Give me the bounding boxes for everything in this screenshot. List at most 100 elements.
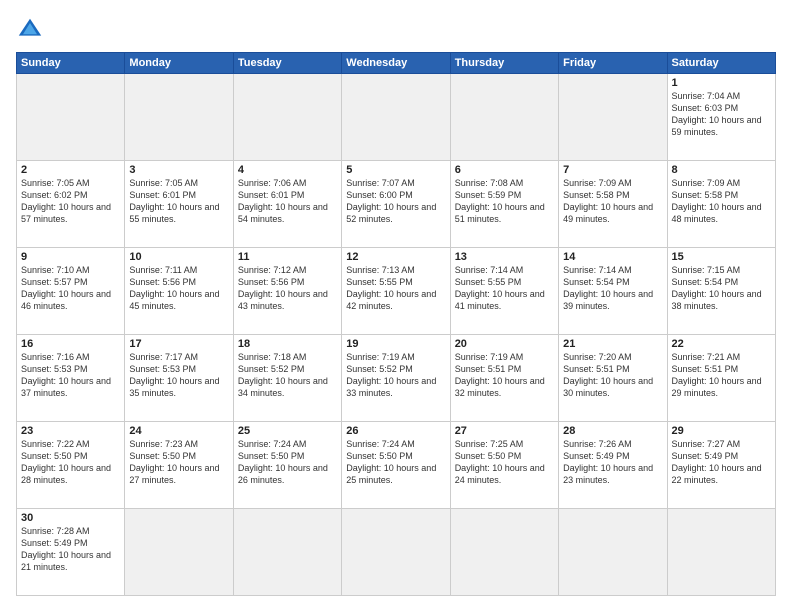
calendar-cell (125, 509, 233, 596)
day-number: 22 (672, 338, 771, 350)
day-info: Sunrise: 7:05 AM Sunset: 6:01 PM Dayligh… (129, 177, 228, 226)
day-header-friday: Friday (559, 53, 667, 74)
day-info: Sunrise: 7:15 AM Sunset: 5:54 PM Dayligh… (672, 264, 771, 313)
day-number: 7 (563, 164, 662, 176)
calendar-cell (233, 74, 341, 161)
day-header-sunday: Sunday (17, 53, 125, 74)
day-number: 5 (346, 164, 445, 176)
calendar-cell: 14Sunrise: 7:14 AM Sunset: 5:54 PM Dayli… (559, 248, 667, 335)
logo (16, 16, 48, 44)
day-info: Sunrise: 7:18 AM Sunset: 5:52 PM Dayligh… (238, 351, 337, 400)
day-number: 12 (346, 251, 445, 263)
calendar-cell: 19Sunrise: 7:19 AM Sunset: 5:52 PM Dayli… (342, 335, 450, 422)
calendar-cell: 20Sunrise: 7:19 AM Sunset: 5:51 PM Dayli… (450, 335, 558, 422)
day-info: Sunrise: 7:24 AM Sunset: 5:50 PM Dayligh… (346, 438, 445, 487)
day-info: Sunrise: 7:21 AM Sunset: 5:51 PM Dayligh… (672, 351, 771, 400)
day-header-saturday: Saturday (667, 53, 775, 74)
calendar-cell: 30Sunrise: 7:28 AM Sunset: 5:49 PM Dayli… (17, 509, 125, 596)
calendar-cell: 5Sunrise: 7:07 AM Sunset: 6:00 PM Daylig… (342, 161, 450, 248)
day-number: 20 (455, 338, 554, 350)
calendar-cell: 22Sunrise: 7:21 AM Sunset: 5:51 PM Dayli… (667, 335, 775, 422)
day-number: 3 (129, 164, 228, 176)
day-info: Sunrise: 7:14 AM Sunset: 5:54 PM Dayligh… (563, 264, 662, 313)
day-info: Sunrise: 7:05 AM Sunset: 6:02 PM Dayligh… (21, 177, 120, 226)
day-info: Sunrise: 7:23 AM Sunset: 5:50 PM Dayligh… (129, 438, 228, 487)
day-info: Sunrise: 7:17 AM Sunset: 5:53 PM Dayligh… (129, 351, 228, 400)
day-info: Sunrise: 7:06 AM Sunset: 6:01 PM Dayligh… (238, 177, 337, 226)
day-number: 26 (346, 425, 445, 437)
calendar-cell: 8Sunrise: 7:09 AM Sunset: 5:58 PM Daylig… (667, 161, 775, 248)
calendar-week-3: 9Sunrise: 7:10 AM Sunset: 5:57 PM Daylig… (17, 248, 776, 335)
calendar-cell: 27Sunrise: 7:25 AM Sunset: 5:50 PM Dayli… (450, 422, 558, 509)
calendar-cell (450, 74, 558, 161)
calendar-week-4: 16Sunrise: 7:16 AM Sunset: 5:53 PM Dayli… (17, 335, 776, 422)
calendar-cell: 28Sunrise: 7:26 AM Sunset: 5:49 PM Dayli… (559, 422, 667, 509)
day-info: Sunrise: 7:10 AM Sunset: 5:57 PM Dayligh… (21, 264, 120, 313)
day-number: 1 (672, 77, 771, 89)
day-info: Sunrise: 7:12 AM Sunset: 5:56 PM Dayligh… (238, 264, 337, 313)
calendar-cell: 16Sunrise: 7:16 AM Sunset: 5:53 PM Dayli… (17, 335, 125, 422)
calendar-cell: 21Sunrise: 7:20 AM Sunset: 5:51 PM Dayli… (559, 335, 667, 422)
calendar-header-row: SundayMondayTuesdayWednesdayThursdayFrid… (17, 53, 776, 74)
day-info: Sunrise: 7:28 AM Sunset: 5:49 PM Dayligh… (21, 525, 120, 574)
calendar-cell: 18Sunrise: 7:18 AM Sunset: 5:52 PM Dayli… (233, 335, 341, 422)
calendar-week-1: 1Sunrise: 7:04 AM Sunset: 6:03 PM Daylig… (17, 74, 776, 161)
day-header-tuesday: Tuesday (233, 53, 341, 74)
calendar-week-2: 2Sunrise: 7:05 AM Sunset: 6:02 PM Daylig… (17, 161, 776, 248)
calendar-cell: 2Sunrise: 7:05 AM Sunset: 6:02 PM Daylig… (17, 161, 125, 248)
day-number: 23 (21, 425, 120, 437)
day-info: Sunrise: 7:04 AM Sunset: 6:03 PM Dayligh… (672, 90, 771, 139)
day-info: Sunrise: 7:14 AM Sunset: 5:55 PM Dayligh… (455, 264, 554, 313)
calendar-cell: 23Sunrise: 7:22 AM Sunset: 5:50 PM Dayli… (17, 422, 125, 509)
day-number: 10 (129, 251, 228, 263)
calendar-cell: 11Sunrise: 7:12 AM Sunset: 5:56 PM Dayli… (233, 248, 341, 335)
day-info: Sunrise: 7:13 AM Sunset: 5:55 PM Dayligh… (346, 264, 445, 313)
calendar-cell: 29Sunrise: 7:27 AM Sunset: 5:49 PM Dayli… (667, 422, 775, 509)
calendar-cell (342, 509, 450, 596)
day-number: 14 (563, 251, 662, 263)
day-number: 30 (21, 512, 120, 524)
calendar-week-5: 23Sunrise: 7:22 AM Sunset: 5:50 PM Dayli… (17, 422, 776, 509)
calendar-cell (233, 509, 341, 596)
day-number: 13 (455, 251, 554, 263)
calendar-cell (342, 74, 450, 161)
day-info: Sunrise: 7:11 AM Sunset: 5:56 PM Dayligh… (129, 264, 228, 313)
day-info: Sunrise: 7:08 AM Sunset: 5:59 PM Dayligh… (455, 177, 554, 226)
day-info: Sunrise: 7:26 AM Sunset: 5:49 PM Dayligh… (563, 438, 662, 487)
calendar-cell: 13Sunrise: 7:14 AM Sunset: 5:55 PM Dayli… (450, 248, 558, 335)
day-header-thursday: Thursday (450, 53, 558, 74)
calendar-cell: 9Sunrise: 7:10 AM Sunset: 5:57 PM Daylig… (17, 248, 125, 335)
day-number: 9 (21, 251, 120, 263)
day-number: 27 (455, 425, 554, 437)
calendar-cell (667, 509, 775, 596)
day-number: 2 (21, 164, 120, 176)
calendar-cell (450, 509, 558, 596)
day-header-monday: Monday (125, 53, 233, 74)
day-number: 24 (129, 425, 228, 437)
calendar-table: SundayMondayTuesdayWednesdayThursdayFrid… (16, 52, 776, 596)
day-info: Sunrise: 7:20 AM Sunset: 5:51 PM Dayligh… (563, 351, 662, 400)
day-info: Sunrise: 7:25 AM Sunset: 5:50 PM Dayligh… (455, 438, 554, 487)
day-info: Sunrise: 7:16 AM Sunset: 5:53 PM Dayligh… (21, 351, 120, 400)
day-info: Sunrise: 7:24 AM Sunset: 5:50 PM Dayligh… (238, 438, 337, 487)
calendar-cell (559, 509, 667, 596)
calendar-cell: 25Sunrise: 7:24 AM Sunset: 5:50 PM Dayli… (233, 422, 341, 509)
day-number: 18 (238, 338, 337, 350)
day-number: 25 (238, 425, 337, 437)
day-number: 8 (672, 164, 771, 176)
day-number: 29 (672, 425, 771, 437)
day-info: Sunrise: 7:19 AM Sunset: 5:52 PM Dayligh… (346, 351, 445, 400)
day-info: Sunrise: 7:07 AM Sunset: 6:00 PM Dayligh… (346, 177, 445, 226)
day-number: 6 (455, 164, 554, 176)
day-number: 4 (238, 164, 337, 176)
calendar-cell (17, 74, 125, 161)
day-number: 19 (346, 338, 445, 350)
calendar-cell: 26Sunrise: 7:24 AM Sunset: 5:50 PM Dayli… (342, 422, 450, 509)
calendar-cell: 6Sunrise: 7:08 AM Sunset: 5:59 PM Daylig… (450, 161, 558, 248)
calendar-cell: 10Sunrise: 7:11 AM Sunset: 5:56 PM Dayli… (125, 248, 233, 335)
day-number: 11 (238, 251, 337, 263)
calendar-cell: 3Sunrise: 7:05 AM Sunset: 6:01 PM Daylig… (125, 161, 233, 248)
day-info: Sunrise: 7:09 AM Sunset: 5:58 PM Dayligh… (563, 177, 662, 226)
day-info: Sunrise: 7:22 AM Sunset: 5:50 PM Dayligh… (21, 438, 120, 487)
calendar-cell: 24Sunrise: 7:23 AM Sunset: 5:50 PM Dayli… (125, 422, 233, 509)
